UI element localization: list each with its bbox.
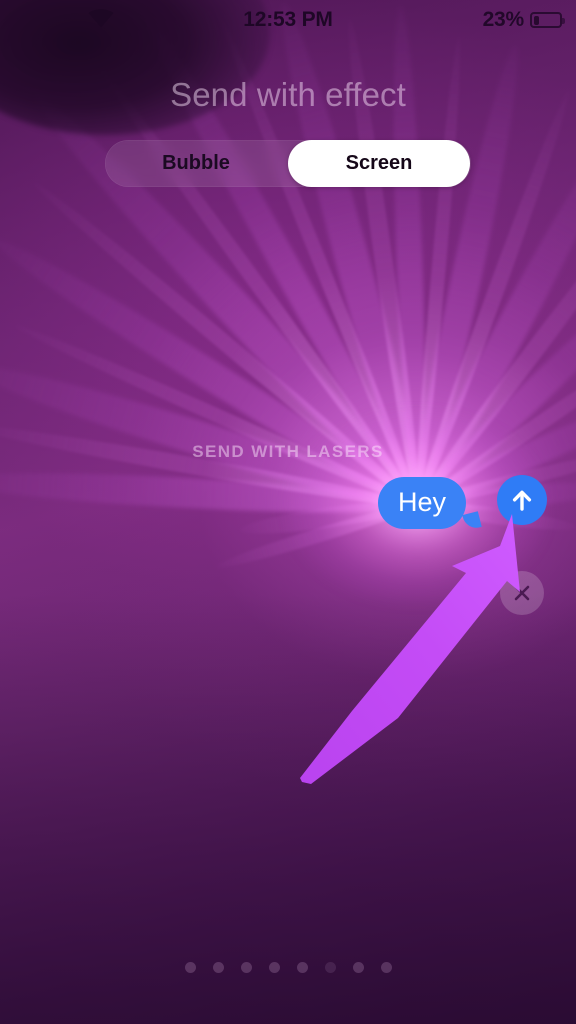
effect-type-segmented-control[interactable]: Bubble Screen — [105, 140, 471, 187]
status-bar-right: 23% — [482, 8, 565, 32]
tab-screen[interactable]: Screen — [288, 140, 470, 187]
message-text: Hey — [398, 487, 447, 517]
send-button[interactable] — [497, 475, 547, 525]
pagination-dot[interactable] — [380, 962, 392, 973]
page-title: Send with effect — [170, 76, 406, 113]
tab-bubble[interactable]: Bubble — [105, 140, 287, 187]
phone-screen: 12:53 PM 23% Send with effect Bubble Scr… — [0, 0, 576, 1024]
status-bar: 12:53 PM 23% — [0, 0, 576, 36]
pagination-dot[interactable] — [212, 962, 224, 973]
effect-name-label: SEND WITH LASERS — [192, 442, 384, 461]
arrow-up-icon — [512, 490, 532, 511]
close-button[interactable] — [500, 571, 544, 615]
pagination-dot[interactable] — [352, 962, 364, 973]
bottom-vignette — [0, 594, 576, 1024]
battery-icon — [530, 12, 565, 28]
pagination-dot[interactable] — [268, 962, 280, 973]
close-x-icon — [514, 585, 530, 601]
battery-fill — [533, 15, 540, 25]
pagination-dots[interactable] — [0, 962, 576, 973]
message-bubble[interactable]: Hey — [378, 477, 482, 531]
pagination-dot[interactable] — [324, 962, 336, 973]
pagination-dot[interactable] — [240, 962, 252, 973]
battery-percent-label: 23% — [482, 8, 525, 31]
pagination-dot[interactable] — [184, 962, 196, 973]
pagination-dot[interactable] — [296, 962, 308, 973]
